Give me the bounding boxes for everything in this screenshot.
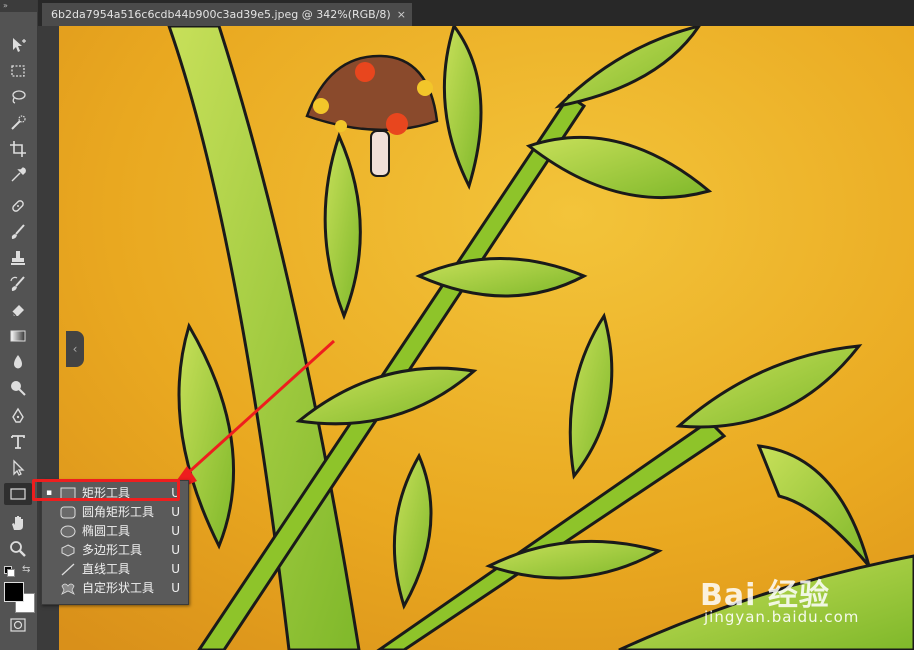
eyedropper-tool[interactable] bbox=[4, 164, 32, 186]
baidu-watermark: Bai 经验 jingyan.baidu.com bbox=[700, 570, 900, 632]
rectangle-tool[interactable] bbox=[4, 483, 32, 505]
blur-tool[interactable] bbox=[4, 351, 32, 373]
path-select-tool[interactable] bbox=[4, 457, 32, 479]
hand-tool[interactable] bbox=[4, 512, 32, 534]
gradient-icon bbox=[10, 330, 26, 342]
flyout-item-polygon[interactable]: 多边形工具 U bbox=[42, 541, 188, 560]
brush-icon bbox=[11, 224, 25, 239]
blur-icon bbox=[14, 355, 22, 369]
marquee-icon bbox=[11, 65, 25, 77]
gradient-tool[interactable] bbox=[4, 325, 32, 347]
move-icon bbox=[13, 38, 26, 52]
eraser-icon bbox=[11, 305, 24, 317]
move-tool[interactable] bbox=[4, 34, 32, 56]
document-tab-bar: 6b2da7954a516c6cdb44b900c3ad39e5.jpeg @ … bbox=[38, 0, 914, 26]
zoom-icon bbox=[10, 541, 26, 557]
ellipse-icon bbox=[60, 525, 76, 538]
eraser-tool[interactable] bbox=[4, 299, 32, 321]
crop-icon bbox=[10, 141, 26, 157]
marquee-tool[interactable] bbox=[4, 60, 32, 82]
close-icon[interactable]: × bbox=[397, 3, 406, 26]
flyout-item-custom-shape[interactable]: 自定形状工具 U bbox=[42, 579, 188, 598]
dodge-tool[interactable] bbox=[4, 377, 32, 399]
healing-brush-tool[interactable] bbox=[4, 195, 32, 217]
quick-mask-tool[interactable] bbox=[4, 614, 32, 636]
eyedropper-icon bbox=[11, 167, 26, 182]
flyout-item-rounded-rectangle[interactable]: 圆角矩形工具 U bbox=[42, 503, 188, 522]
line-icon bbox=[61, 563, 75, 576]
tools-panel-collapse[interactable]: » bbox=[0, 0, 37, 12]
rectangle-icon bbox=[10, 488, 26, 500]
polygon-icon bbox=[61, 544, 75, 557]
flyout-item-ellipse[interactable]: 椭圆工具 U bbox=[42, 522, 188, 541]
type-tool[interactable] bbox=[4, 431, 32, 453]
crop-tool[interactable] bbox=[4, 138, 32, 160]
lasso-tool[interactable] bbox=[4, 86, 32, 108]
default-colors-icon[interactable] bbox=[4, 566, 15, 577]
color-swatches bbox=[4, 582, 35, 613]
lasso-icon bbox=[12, 90, 26, 104]
type-icon bbox=[11, 435, 25, 449]
quick-select-icon bbox=[11, 115, 26, 130]
document-tab[interactable]: 6b2da7954a516c6cdb44b900c3ad39e5.jpeg @ … bbox=[42, 3, 412, 26]
brush-tool[interactable] bbox=[4, 221, 32, 243]
rounded-rectangle-icon bbox=[60, 506, 76, 519]
panel-collapse-toggle[interactable]: ‹ bbox=[66, 331, 84, 367]
custom-shape-icon bbox=[61, 583, 75, 595]
document-tab-title: 6b2da7954a516c6cdb44b900c3ad39e5.jpeg @ … bbox=[51, 8, 391, 21]
annotation-highlight-box bbox=[32, 479, 180, 501]
quick-select-tool[interactable] bbox=[4, 112, 32, 134]
foreground-color-swatch[interactable] bbox=[4, 582, 24, 602]
flyout-item-line[interactable]: 直线工具 U bbox=[42, 560, 188, 579]
pen-tool[interactable] bbox=[4, 405, 32, 427]
hand-icon bbox=[12, 516, 23, 530]
watermark-url: jingyan.baidu.com bbox=[704, 608, 860, 626]
clone-stamp-tool[interactable] bbox=[4, 247, 32, 269]
pen-icon bbox=[12, 407, 24, 423]
path-select-icon bbox=[13, 459, 25, 476]
swap-colors-icon[interactable]: ⇆ bbox=[22, 564, 30, 575]
tools-panel: » ⇆ bbox=[0, 0, 38, 650]
zoom-tool[interactable] bbox=[4, 538, 32, 560]
clone-stamp-icon bbox=[11, 251, 25, 265]
quick-mask-icon bbox=[10, 618, 26, 632]
dodge-icon bbox=[11, 381, 26, 396]
history-brush-icon bbox=[10, 276, 25, 291]
healing-brush-icon bbox=[12, 200, 24, 212]
history-brush-tool[interactable] bbox=[4, 273, 32, 295]
